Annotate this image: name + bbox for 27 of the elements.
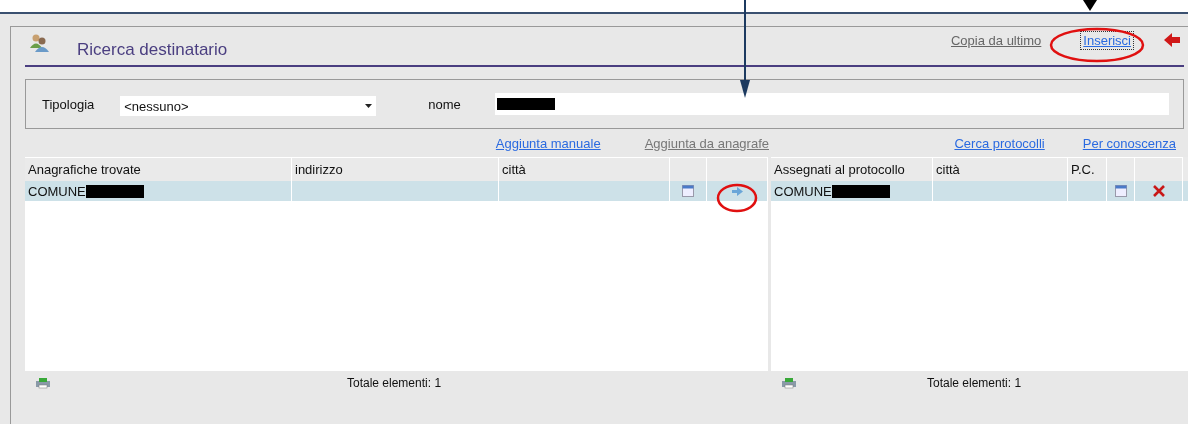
arrow-left-icon	[1164, 33, 1180, 47]
calendar-icon[interactable]	[1114, 185, 1127, 197]
name-field[interactable]	[494, 93, 1169, 115]
caret-icon	[365, 104, 373, 108]
table-row[interactable]: COMUNE	[771, 181, 1188, 201]
close-icon[interactable]	[1152, 185, 1165, 197]
field-label: Tipologia	[42, 96, 95, 112]
table-row[interactable]: COMUNE	[25, 181, 768, 201]
table-cell: COMUNE	[774, 183, 832, 199]
users-icon	[29, 33, 51, 53]
annotation-arrow	[1083, 0, 1097, 11]
total-count: Totale elementi: 1	[347, 376, 442, 390]
highlight-ellipse	[716, 183, 758, 213]
total-count: Totale elementi: 1	[927, 376, 1022, 390]
type-dropdown[interactable]: <nessuno>	[120, 96, 377, 116]
action-link[interactable]: Copia da ultimo	[948, 30, 1045, 50]
field-label: nome	[428, 96, 461, 112]
link[interactable]: Cerca protocolli	[954, 135, 1045, 151]
action-link[interactable]: Inserisci	[1080, 30, 1134, 50]
printer-icon[interactable]	[781, 377, 797, 389]
link[interactable]: Per conoscenza	[1082, 135, 1176, 151]
printer-icon[interactable]	[35, 377, 51, 389]
calendar-icon[interactable]	[682, 185, 694, 197]
link[interactable]: Aggiunta manuale	[495, 135, 601, 151]
table-cell: COMUNE	[28, 183, 86, 199]
dialog-title: Ricerca destinatario	[77, 40, 228, 60]
arrow-right-icon[interactable]	[731, 186, 743, 196]
